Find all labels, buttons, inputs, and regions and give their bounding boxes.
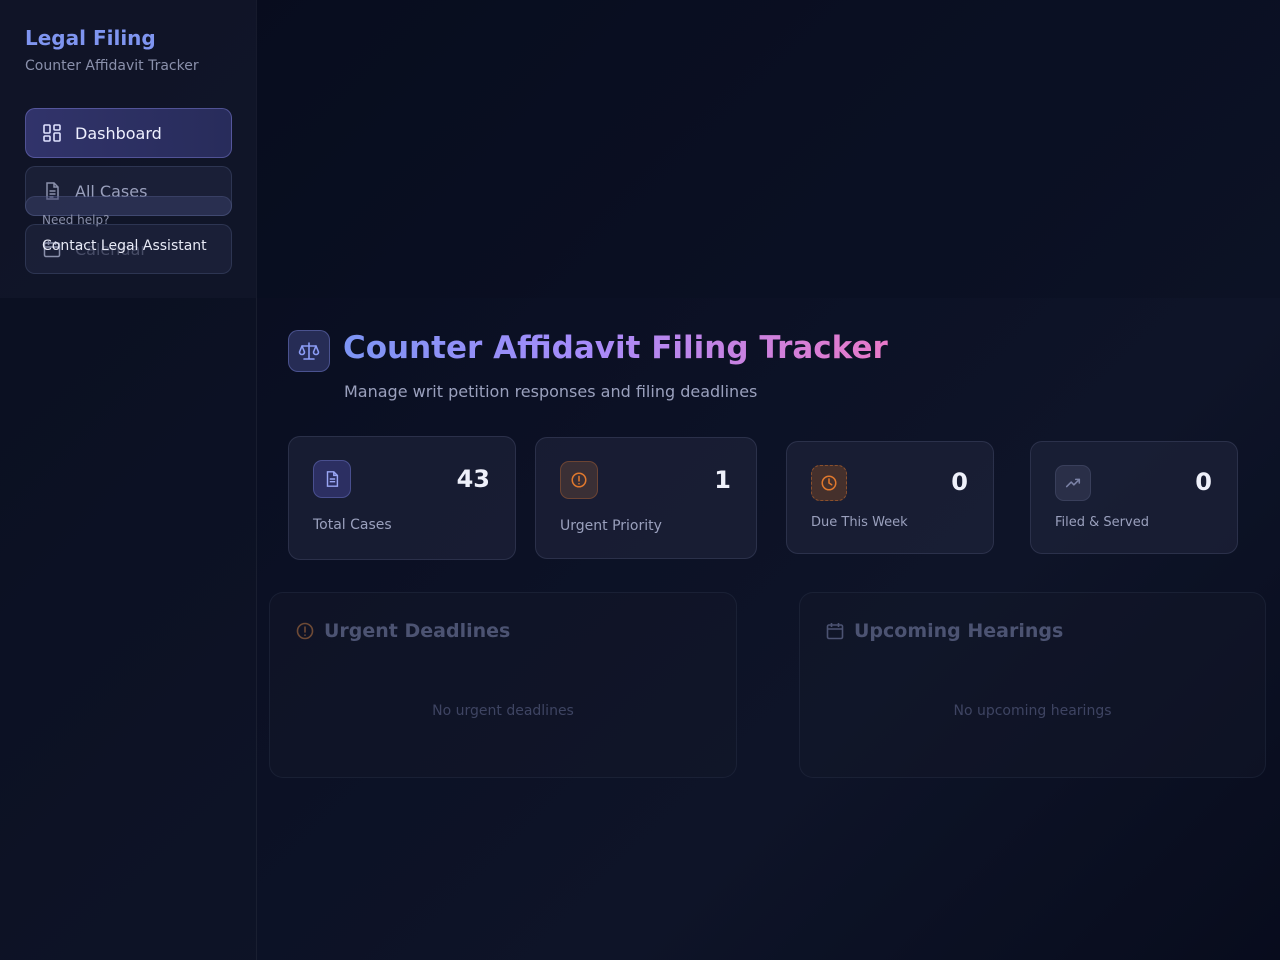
top-band — [257, 0, 1280, 298]
stat-label: Total Cases — [313, 517, 392, 533]
stat-label: Due This Week — [811, 515, 908, 530]
calendar-icon — [825, 621, 845, 641]
stat-card-filed-served: 0 Filed & Served — [1030, 441, 1238, 554]
stat-value: 0 — [1195, 468, 1212, 496]
alert-circle-icon — [295, 621, 315, 641]
stat-card-total-cases: 43 Total Cases — [288, 436, 516, 560]
sidebar-item-label: Dashboard — [75, 123, 162, 143]
brand-title: Legal Filing — [25, 26, 156, 50]
help-label: Need help? — [42, 213, 110, 227]
upcoming-hearings-panel: Upcoming Hearings No upcoming hearings — [799, 592, 1266, 778]
empty-state: No upcoming hearings — [953, 703, 1112, 719]
stat-card-due-this-week: 0 Due This Week — [786, 441, 994, 554]
document-icon — [313, 460, 351, 498]
panel-title-text: Urgent Deadlines — [324, 620, 511, 642]
panel-title: Upcoming Hearings — [825, 620, 1063, 642]
stat-label: Urgent Priority — [560, 518, 662, 534]
clock-icon — [811, 465, 847, 501]
brand-subtitle: Counter Affidavit Tracker — [25, 58, 199, 74]
stat-value: 43 — [456, 465, 490, 493]
scale-icon — [288, 330, 330, 372]
page-subtitle: Manage writ petition responses and filin… — [344, 382, 758, 401]
page-title: Counter Affidavit Filing Tracker — [343, 330, 888, 366]
sidebar-item-dashboard[interactable]: Dashboard — [25, 108, 232, 158]
empty-state: No urgent deadlines — [432, 703, 574, 719]
stat-card-urgent-priority: 1 Urgent Priority — [535, 437, 757, 559]
stat-value: 0 — [951, 468, 968, 496]
panel-title-text: Upcoming Hearings — [854, 620, 1064, 642]
contact-assistant-link[interactable]: Contact Legal Assistant — [42, 238, 207, 254]
stat-label: Filed & Served — [1055, 515, 1149, 530]
dashboard-icon — [42, 123, 62, 143]
urgent-deadlines-panel: Urgent Deadlines No urgent deadlines — [269, 592, 737, 778]
alert-circle-icon — [560, 461, 598, 499]
trending-up-icon — [1055, 465, 1091, 501]
stat-value: 1 — [714, 466, 731, 494]
panel-title: Urgent Deadlines — [295, 620, 510, 642]
